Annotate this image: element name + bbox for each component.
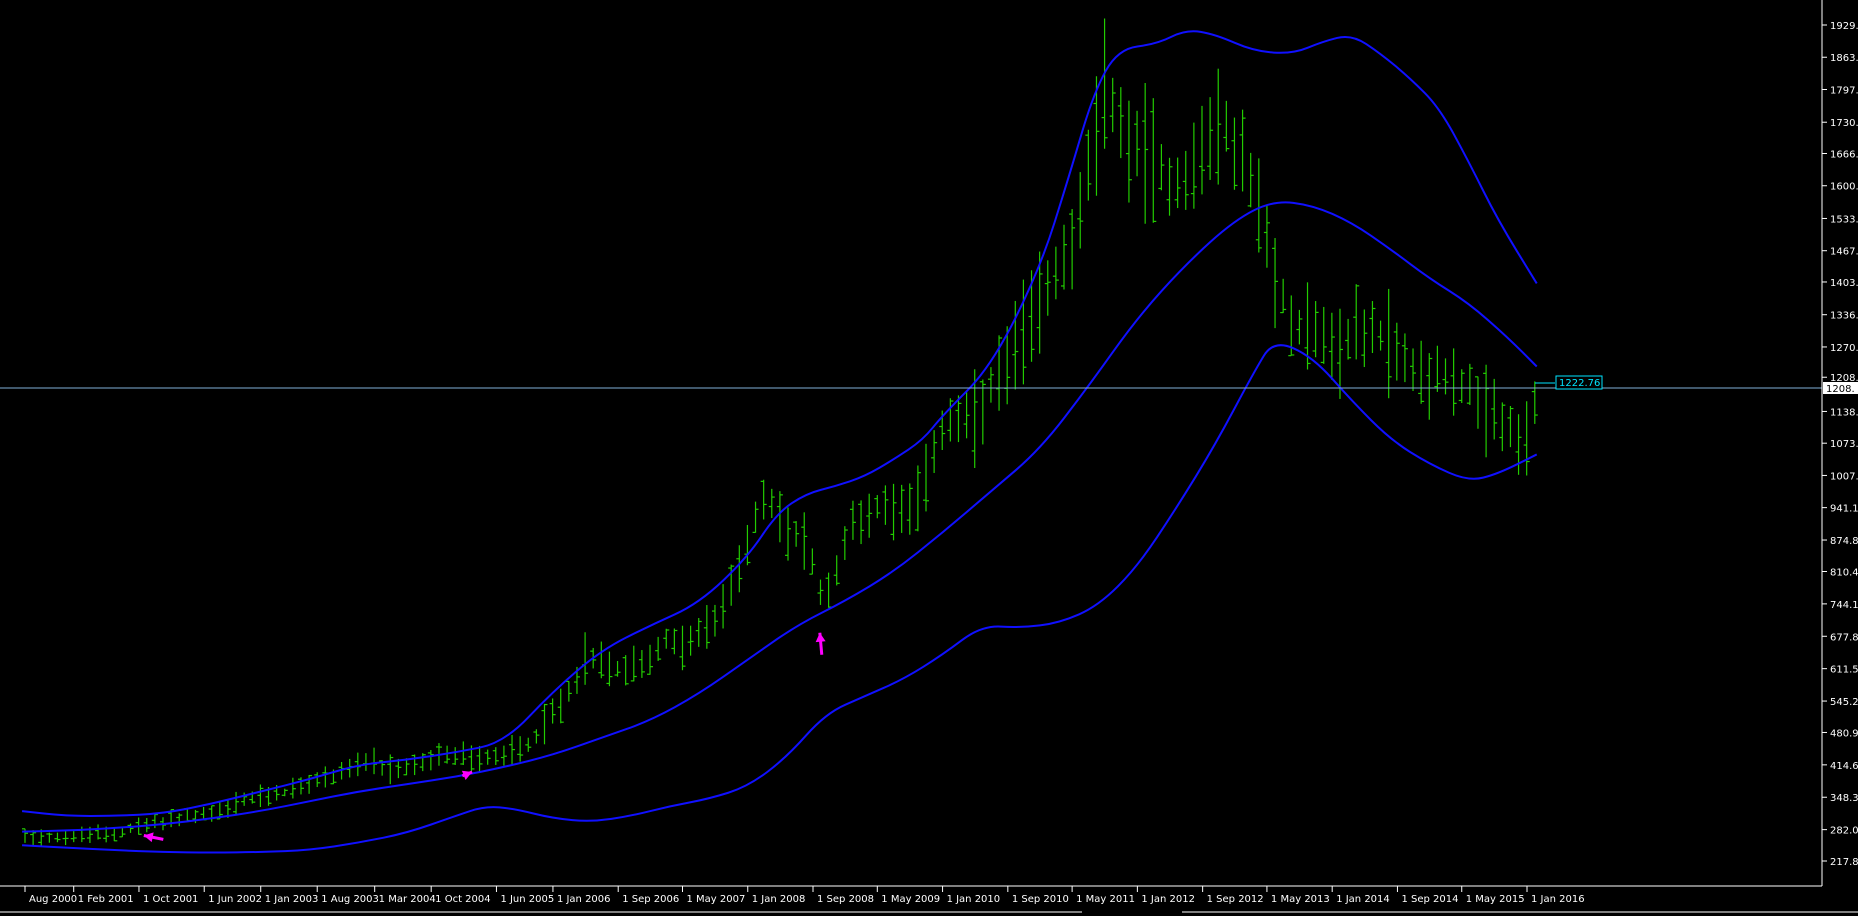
time-axis-label: 1 Oct 2001 bbox=[143, 894, 198, 905]
price-axis-label: 611.5 bbox=[1830, 665, 1858, 676]
time-axis-label: 1 Mar 2004 bbox=[379, 894, 436, 905]
price-axis-label: 217.8 bbox=[1830, 857, 1858, 868]
price-axis-label: 1138. bbox=[1830, 407, 1858, 418]
price-axis-label: 677.8 bbox=[1830, 632, 1858, 643]
price-axis-label: 1797. bbox=[1830, 85, 1858, 96]
price-axis-label: 1863. bbox=[1830, 53, 1858, 64]
time-axis-label: 1 Feb 2001 bbox=[78, 894, 134, 905]
time-axis-label: 1 Jan 2012 bbox=[1141, 894, 1195, 905]
time-axis-label: 1 Aug 2003 bbox=[321, 894, 379, 905]
price-axis-label: 1270. bbox=[1830, 343, 1858, 354]
bottom-tab-strip[interactable] bbox=[0, 911, 1858, 916]
price-axis-label: 744.1 bbox=[1830, 600, 1858, 611]
time-axis-label: 1 May 2013 bbox=[1271, 894, 1330, 905]
axis-price-marker-label: 1208. bbox=[1826, 384, 1855, 395]
time-axis-label: 1 Jan 2006 bbox=[557, 894, 611, 905]
time-axis-label: 1 Sep 2014 bbox=[1401, 894, 1458, 905]
time-axis-label: 1 May 2007 bbox=[686, 894, 745, 905]
price-axis-label: 1403. bbox=[1830, 278, 1858, 289]
time-axis-label: 1 Jan 2010 bbox=[947, 894, 1001, 905]
price-axis-label: 1929. bbox=[1830, 21, 1858, 32]
price-axis-label: 1533. bbox=[1830, 214, 1858, 225]
time-axis-label: 1 Sep 2012 bbox=[1207, 894, 1264, 905]
price-axis-label: 480.9 bbox=[1830, 728, 1858, 739]
price-axis-label: 1007. bbox=[1830, 471, 1858, 482]
price-axis-label: 941.1 bbox=[1830, 504, 1858, 515]
price-axis-label: 1600. bbox=[1830, 182, 1858, 193]
time-axis-label: 1 Jan 2003 bbox=[265, 894, 319, 905]
time-axis-label: 1 May 2009 bbox=[881, 894, 940, 905]
time-axis-label: 1 Sep 2010 bbox=[1012, 894, 1069, 905]
price-axis-label: 282.0 bbox=[1830, 826, 1858, 837]
price-axis-label: 1730. bbox=[1830, 118, 1858, 129]
time-axis-label: 1 Oct 2004 bbox=[435, 894, 490, 905]
bottom-strip-bg bbox=[0, 912, 1858, 916]
time-axis-label: 1 May 2011 bbox=[1076, 894, 1135, 905]
time-axis-label: 1 Sep 2006 bbox=[622, 894, 679, 905]
time-axis-label: 1 Jan 2014 bbox=[1336, 894, 1390, 905]
price-axis-label: 1073. bbox=[1830, 439, 1858, 450]
time-axis-label: 1 Jun 2002 bbox=[208, 894, 262, 905]
time-axis-label: 1 May 2015 bbox=[1466, 894, 1525, 905]
price-axis-label: 414.6 bbox=[1830, 761, 1858, 772]
price-axis-label: 1336. bbox=[1830, 311, 1858, 322]
price-axis-label: 1467. bbox=[1830, 247, 1858, 258]
price-axis-label: 545.2 bbox=[1830, 697, 1858, 708]
current-price-label: 1222.76 bbox=[1559, 378, 1600, 389]
price-chart: 1222.76 1208. 1929. 1863. 1797. 1730. 1666. 16… bbox=[0, 0, 1858, 916]
time-axis-label: 1 Sep 2008 bbox=[817, 894, 874, 905]
time-axis-label: Aug 2000 bbox=[29, 894, 77, 905]
price-axis-label: 1666. bbox=[1830, 149, 1858, 160]
price-axis-label: 348.3 bbox=[1830, 793, 1858, 804]
price-axis-label: 810.4 bbox=[1830, 567, 1858, 578]
price-axis-label: 874.8 bbox=[1830, 536, 1858, 547]
chart-background bbox=[0, 0, 1858, 916]
time-axis-label: 1 Jan 2008 bbox=[752, 894, 806, 905]
price-axis-label: 1208. bbox=[1830, 373, 1858, 384]
time-axis-label: 1 Jun 2005 bbox=[500, 894, 554, 905]
time-axis-label: 1 Jan 2016 bbox=[1531, 894, 1585, 905]
